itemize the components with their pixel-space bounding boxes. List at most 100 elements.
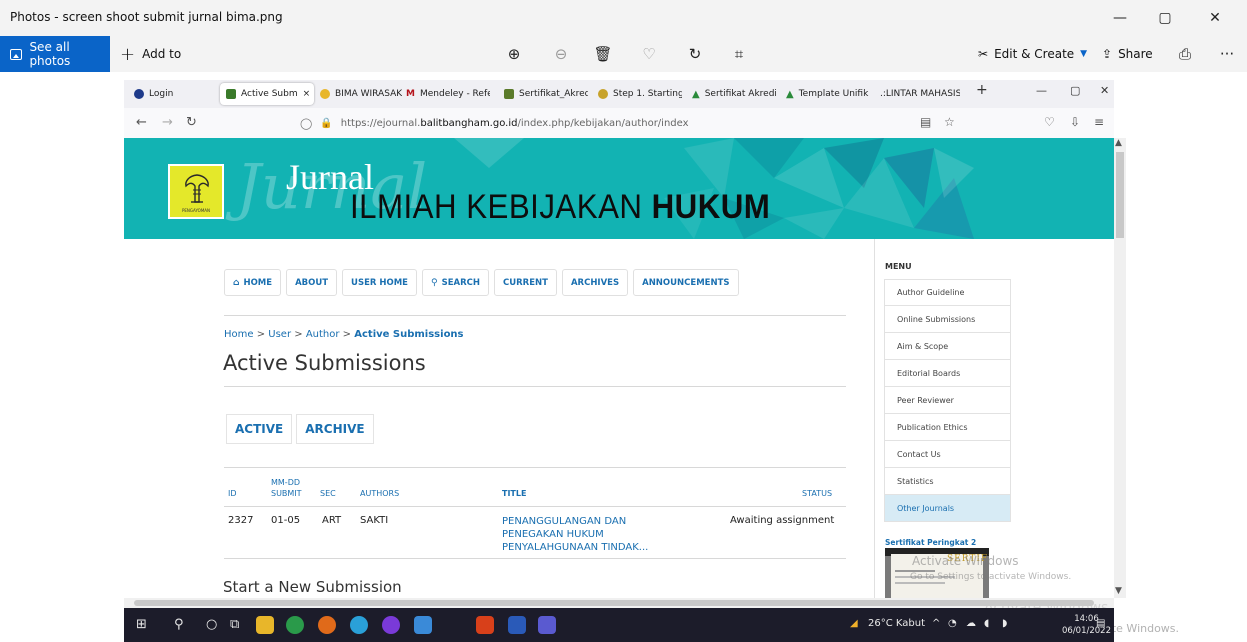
reload-icon[interactable]: ↻: [186, 115, 197, 130]
add-to-button[interactable]: + Add to: [120, 36, 181, 72]
nav-search[interactable]: ⚲ SEARCH: [422, 269, 489, 296]
tray-volume-icon[interactable]: ◗: [1002, 618, 1007, 629]
reader-view-icon[interactable]: ▤: [920, 115, 931, 129]
tray-speaker-icon[interactable]: ◖: [984, 618, 989, 629]
cell-title-link[interactable]: PENANGGULANGAN DAN PENEGAKAN HUKUM PENYALA…: [502, 515, 648, 554]
edge-icon[interactable]: [350, 616, 368, 634]
nav-user-home[interactable]: USER HOME: [342, 269, 417, 296]
browser-restore-button[interactable]: ▢: [1070, 84, 1080, 97]
sidebar-item-editorial-boards[interactable]: Editorial Boards: [884, 360, 1011, 387]
breadcrumb-home[interactable]: Home: [224, 329, 254, 340]
delete-icon[interactable]: 🗑: [592, 44, 614, 64]
itunes-icon[interactable]: [382, 616, 400, 634]
tab-lintar[interactable]: .:LINTAR MAHASISW: [880, 83, 960, 105]
pocket-icon[interactable]: ♡: [1044, 115, 1055, 129]
nav-about[interactable]: ABOUT: [286, 269, 338, 296]
download-icon[interactable]: ⇩: [1070, 115, 1080, 129]
tab-active-submissions[interactable]: Active Subm ×: [220, 83, 314, 105]
rotate-icon[interactable]: ↻: [684, 44, 706, 64]
zoom-out-icon[interactable]: ⊖: [550, 44, 572, 64]
zoom-in-icon[interactable]: ⊕: [503, 44, 525, 64]
tab-label: Template Unifik: [798, 89, 869, 99]
firefox-icon[interactable]: [318, 616, 336, 634]
menu-icon[interactable]: ≡: [1094, 115, 1104, 129]
tab-bima[interactable]: BIMA WIRASAK: [320, 83, 402, 105]
tab-template[interactable]: ▲ Template Unifik: [786, 83, 870, 105]
forward-icon[interactable]: →: [162, 115, 173, 130]
edit-create-button[interactable]: ✂ Edit & Create ▼: [978, 36, 1087, 72]
restore-button[interactable]: ▢: [1145, 6, 1185, 30]
title-line3: PENYALAHGUNAAN TINDAK...: [502, 542, 649, 553]
browser-close-button[interactable]: ✕: [1100, 84, 1109, 97]
cortana-icon[interactable]: ○: [206, 617, 217, 632]
scroll-down-icon[interactable]: ▼: [1115, 586, 1122, 596]
favorite-icon[interactable]: ♡: [638, 44, 660, 64]
sidebar-item-peer-reviewer[interactable]: Peer Reviewer: [884, 387, 1011, 414]
sidebar-item-publication-ethics[interactable]: Publication Ethics: [884, 414, 1011, 441]
windows-start-icon[interactable]: ⊞: [136, 617, 147, 632]
print-icon[interactable]: ⎙: [1174, 44, 1196, 64]
col-authors[interactable]: AUTHORS: [360, 488, 399, 499]
sidebar-item-statistics[interactable]: Statistics: [884, 468, 1011, 495]
breadcrumb-current[interactable]: Active Submissions: [354, 329, 463, 340]
page-horizontal-scrollbar[interactable]: [124, 598, 1114, 608]
watermark-line2-small: Go to Settings to activate Windows.: [910, 572, 1072, 582]
weather-icon: ◢: [850, 618, 858, 629]
scroll-thumb[interactable]: [134, 600, 1094, 606]
close-button[interactable]: ✕: [1195, 6, 1235, 30]
chrome-icon[interactable]: [286, 616, 304, 634]
tab-active[interactable]: ACTIVE: [226, 414, 293, 444]
bookmark-star-icon[interactable]: ☆: [944, 115, 955, 129]
sidebar-item-author-guideline[interactable]: Author Guideline: [884, 279, 1011, 306]
search-icon[interactable]: ⚲: [174, 617, 184, 632]
crop-icon[interactable]: ⌗: [728, 44, 750, 64]
breadcrumb-user[interactable]: User: [268, 329, 291, 340]
share-button[interactable]: ⇪ Share: [1102, 36, 1153, 72]
cell-authors: SAKTI: [360, 515, 389, 526]
browser-minimize-button[interactable]: —: [1036, 84, 1047, 97]
nav-archives[interactable]: ARCHIVES: [561, 269, 629, 296]
see-all-photos-button[interactable]: See all photos: [0, 36, 110, 72]
sidebar-item-aim-scope[interactable]: Aim & Scope: [884, 333, 1011, 360]
sidebar-item-other-journals[interactable]: Other Journals: [884, 495, 1011, 522]
back-icon[interactable]: ←: [136, 115, 147, 130]
minimize-button[interactable]: —: [1100, 6, 1140, 30]
tab-step-1[interactable]: Step 1. Starting: [598, 83, 682, 105]
url-bar[interactable]: ◯ 🔒 https://ejournal.balitbangham.go.id/…: [300, 113, 940, 133]
tab-close-icon[interactable]: ×: [303, 89, 311, 99]
more-button[interactable]: ···: [1216, 44, 1238, 64]
col-status[interactable]: STATUS: [802, 488, 832, 499]
tab-archive[interactable]: ARCHIVE: [296, 414, 374, 444]
teams-icon[interactable]: [538, 616, 556, 634]
nav-announcements[interactable]: ANNOUNCEMENTS: [633, 269, 739, 296]
breadcrumb-author[interactable]: Author: [306, 329, 340, 340]
nav-home[interactable]: ⌂ HOME: [224, 269, 282, 296]
page-vertical-scrollbar[interactable]: ▲ ▼: [1114, 138, 1126, 598]
tab-label: .:LINTAR MAHASISW: [880, 89, 960, 99]
tab-sertifikat-2[interactable]: ▲ Sertifikat Akredi: [692, 83, 776, 105]
col-submit-line2: SUBMIT: [271, 489, 302, 498]
scroll-up-icon[interactable]: ▲: [1115, 138, 1122, 148]
nav-current[interactable]: CURRENT: [494, 269, 557, 296]
new-tab-button[interactable]: +: [976, 82, 988, 98]
col-sec[interactable]: SEC: [320, 488, 336, 499]
notification-icon[interactable]: ▤: [1096, 618, 1105, 629]
sidebar-item-contact-us[interactable]: Contact Us: [884, 441, 1011, 468]
photos-app-icon[interactable]: [414, 616, 432, 634]
tray-cloud-icon[interactable]: ☁: [966, 618, 976, 629]
col-submit[interactable]: MM-DD SUBMIT: [271, 477, 302, 499]
tab-login[interactable]: Login: [134, 83, 220, 105]
col-title[interactable]: TITLE: [502, 488, 526, 499]
word-icon[interactable]: [508, 616, 526, 634]
file-explorer-icon[interactable]: [256, 616, 274, 634]
task-view-icon[interactable]: ⧉: [230, 617, 239, 632]
tab-sertifikat-1[interactable]: Sertifikat_Akred: [504, 83, 588, 105]
office-icon[interactable]: [476, 616, 494, 634]
col-id[interactable]: ID: [228, 488, 237, 499]
tray-wifi-icon[interactable]: ◔: [948, 618, 957, 629]
scroll-thumb[interactable]: [1116, 152, 1124, 238]
weather-text[interactable]: 26°C Kabut: [868, 618, 925, 629]
tab-mendeley[interactable]: M Mendeley - Refe: [406, 83, 490, 105]
sidebar-item-online-submissions[interactable]: Online Submissions: [884, 306, 1011, 333]
tray-chevron-icon[interactable]: ^: [932, 618, 940, 629]
